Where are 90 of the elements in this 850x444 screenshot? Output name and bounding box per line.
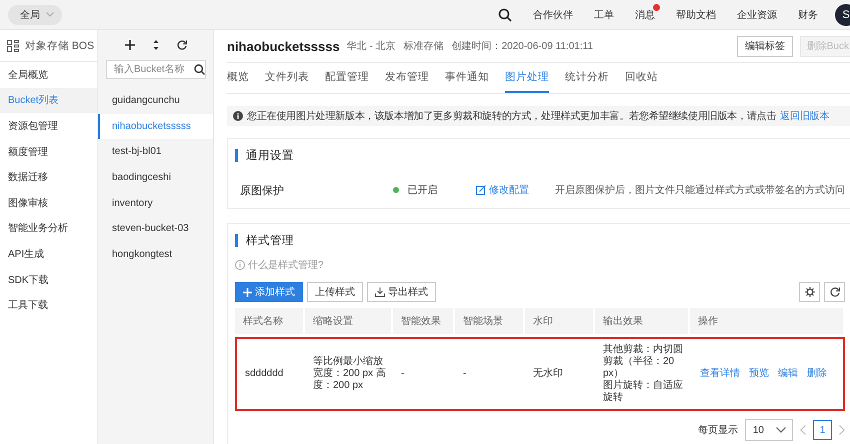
column-header: 水印 bbox=[525, 308, 595, 334]
bucket-item[interactable]: steven-bucket-03 bbox=[98, 216, 213, 242]
table-cell-text: 其他剪裁：内切圆剪裁（半径：20 px） bbox=[603, 344, 684, 380]
bucket-title: nihaobucketsssss bbox=[227, 38, 340, 54]
settings-icon bbox=[804, 287, 814, 297]
sidebar-item[interactable]: 数据迁移 bbox=[0, 164, 97, 190]
tab[interactable]: 回收站 bbox=[625, 63, 658, 93]
download-icon bbox=[375, 287, 385, 297]
section-title: 样式管理 bbox=[246, 234, 294, 248]
sort-icon[interactable] bbox=[152, 40, 158, 50]
user-avatar[interactable]: S bbox=[835, 4, 850, 26]
column-header: 操作 bbox=[690, 308, 845, 334]
edit-tags-button[interactable]: 编辑标签 bbox=[736, 36, 793, 56]
bucket-item[interactable]: inventory bbox=[98, 190, 213, 216]
export-button[interactable]: 导出样式 bbox=[367, 282, 436, 302]
table-cell-text: 宽度：200 px 高度：200 px bbox=[313, 368, 387, 392]
table-cell-text: - bbox=[400, 367, 406, 381]
setting-description: 开启原图保护后，图片文件只能通过样式方式或带签名的方式访问 bbox=[555, 184, 846, 197]
settings-button[interactable] bbox=[799, 282, 820, 302]
nav-link[interactable]: 帮助文档 bbox=[676, 4, 721, 22]
action-link[interactable]: 预览 bbox=[749, 368, 769, 380]
nav-link[interactable]: 财务 bbox=[798, 4, 823, 22]
sidebar-item[interactable]: 额度管理 bbox=[0, 138, 97, 164]
chevron-down-icon bbox=[46, 12, 54, 17]
notice-text: 您正在使用图片处理新版本，该版本增加了更多剪裁和旋转的方式，处理样式更加丰富。若您希望继续使用旧版本，请点击 bbox=[247, 110, 776, 123]
sidebar-item[interactable]: 工具下载 bbox=[0, 292, 97, 318]
nav-link[interactable]: 消息 bbox=[635, 4, 660, 22]
page-button[interactable]: 1 bbox=[813, 420, 832, 440]
tab[interactable]: 概览 bbox=[227, 63, 249, 93]
search-icon[interactable] bbox=[498, 8, 512, 22]
section-title: 通用设置 bbox=[246, 148, 294, 163]
chevron-down-icon bbox=[776, 427, 786, 433]
plus-icon bbox=[243, 288, 252, 296]
refresh-button[interactable] bbox=[824, 282, 845, 302]
column-header: 缩略设置 bbox=[305, 308, 393, 334]
table-cell-text: 图片旋转：自适应旋转 bbox=[603, 380, 684, 404]
bucket-region: 华北 - 北京 bbox=[346, 40, 396, 53]
page-size-select[interactable]: 10 bbox=[744, 419, 793, 441]
product-title: 对象存储 BOS bbox=[25, 38, 94, 52]
nav-link[interactable]: 企业资源 bbox=[737, 4, 782, 22]
table-cell-text: - bbox=[462, 367, 468, 381]
sidebar-item[interactable]: SDK下载 bbox=[0, 266, 97, 292]
edit-icon bbox=[476, 185, 486, 195]
bucket-item[interactable]: baodingceshi bbox=[98, 164, 213, 190]
table-cell-text: 等比例最小缩放 bbox=[313, 356, 384, 368]
setting-label: 原图保护 bbox=[240, 184, 285, 198]
bucket-item[interactable]: test-bj-bl01 bbox=[98, 139, 213, 165]
edit-config-link[interactable]: 修改配置 bbox=[476, 183, 556, 197]
upload-button[interactable]: 上传样式 bbox=[307, 282, 363, 302]
nav-link[interactable]: 工单 bbox=[594, 4, 619, 22]
action-link[interactable]: 删除 bbox=[807, 368, 827, 380]
search-field[interactable]: 输入Bucket名称 bbox=[106, 60, 206, 79]
action-link[interactable]: 编辑 bbox=[778, 368, 798, 380]
sidebar-item[interactable]: API生成 bbox=[0, 241, 97, 267]
tab[interactable]: 配置管理 bbox=[325, 63, 369, 93]
grid-icon bbox=[7, 40, 19, 52]
created-time: 创建时间：2020-06-09 11:01:11 bbox=[452, 40, 593, 53]
info-icon bbox=[233, 111, 243, 121]
action-link[interactable]: 查看详情 bbox=[700, 368, 740, 380]
tab[interactable]: 图片处理 bbox=[505, 63, 549, 93]
add-style-button[interactable]: 添加样式 bbox=[235, 282, 303, 302]
column-header: 样式名称 bbox=[235, 308, 305, 334]
scope-dropdown[interactable]: 全局 bbox=[8, 4, 62, 24]
tab[interactable]: 事件通知 bbox=[445, 63, 489, 93]
tab[interactable]: 文件列表 bbox=[265, 63, 309, 93]
status-text: 已开启 bbox=[407, 184, 438, 197]
tab[interactable]: 统计分析 bbox=[565, 63, 609, 93]
table-cell-text: 无水印 bbox=[532, 366, 564, 381]
bucket-item[interactable]: hongkongtest bbox=[98, 242, 213, 268]
search-icon bbox=[194, 64, 205, 75]
column-header: 输出效果 bbox=[595, 308, 690, 334]
sidebar-item[interactable]: 全局概览 bbox=[0, 62, 97, 88]
plus-icon[interactable] bbox=[124, 40, 134, 50]
column-header: 智能效果 bbox=[393, 308, 455, 334]
refresh-icon bbox=[830, 287, 840, 297]
bucket-item[interactable]: guidangcunchu bbox=[98, 88, 213, 114]
storage-class: 标准存储 bbox=[404, 40, 444, 53]
page-size-label: 每页显示 bbox=[698, 424, 738, 437]
sidebar-item[interactable]: 智能业务分析 bbox=[0, 216, 97, 242]
bucket-item[interactable]: nihaobucketsssss bbox=[98, 114, 213, 140]
old-version-link[interactable]: 返回旧版本 bbox=[780, 109, 830, 123]
nav-link[interactable]: 合作伙伴 bbox=[533, 4, 578, 22]
table-cell-text: sdddddd bbox=[244, 367, 284, 381]
sidebar-item[interactable]: 图像审核 bbox=[0, 190, 97, 216]
sidebar-item[interactable]: Bucket列表 bbox=[0, 88, 97, 114]
column-header: 智能场景 bbox=[455, 308, 525, 334]
sidebar-item[interactable]: 资源包管理 bbox=[0, 113, 97, 139]
tab[interactable]: 发布管理 bbox=[385, 63, 429, 93]
refresh-icon[interactable] bbox=[176, 40, 186, 50]
help-icon bbox=[235, 260, 245, 270]
